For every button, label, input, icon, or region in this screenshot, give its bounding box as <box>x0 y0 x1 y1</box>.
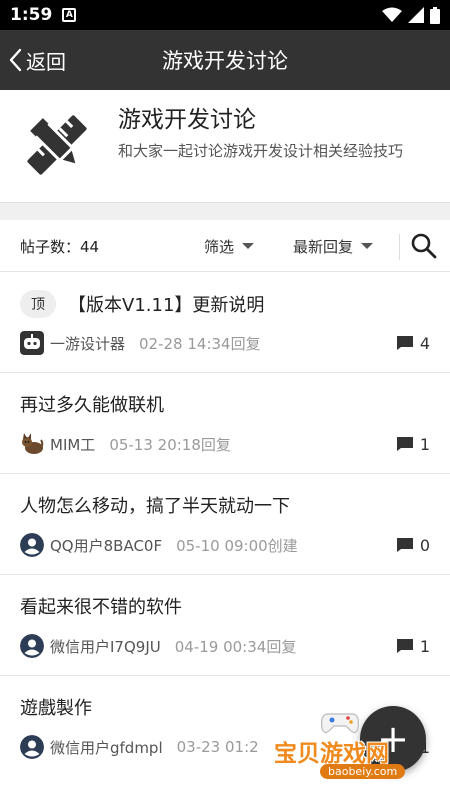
comment-icon <box>396 336 413 350</box>
comment-icon <box>396 538 413 552</box>
post-author[interactable]: 微信用户gfdmpl <box>50 737 163 758</box>
chevron-left-icon <box>9 48 22 72</box>
post-time: 05-10 09:00创建 <box>176 536 298 555</box>
robot-avatar-icon <box>20 331 44 355</box>
notification-icon: A <box>62 8 77 22</box>
sort-button[interactable]: 最新回复 <box>293 220 374 272</box>
back-button[interactable]: 返回 <box>8 30 66 90</box>
search-icon[interactable] <box>410 232 438 260</box>
caret-down-icon <box>361 243 374 249</box>
signal-icon <box>408 7 424 23</box>
cat-avatar-icon <box>22 433 44 454</box>
post-title-row: 顶 【版本V1.11】更新说明 <box>20 290 430 318</box>
toolbar-divider <box>399 234 400 260</box>
battery-icon <box>430 6 440 24</box>
filter-button[interactable]: 筛选 <box>204 220 255 272</box>
reply-count-value: 1 <box>419 636 430 656</box>
post-title: 人物怎么移动，搞了半天就动一下 <box>20 496 290 517</box>
post-meta: 微信用户I7Q9JU 04-19 00:34回复 1 <box>20 633 430 659</box>
post-count: 帖子数：44 <box>20 237 100 256</box>
reply-count-value: 1 <box>419 434 430 454</box>
user-avatar-icon <box>20 533 44 557</box>
reply-count: 0 <box>396 536 430 555</box>
post-item[interactable]: 再过多久能做联机 MIM工 05-13 20:18回复 1 <box>0 373 450 474</box>
user-avatar-icon <box>20 634 44 658</box>
post-title-row: 人物怎么移动，搞了半天就动一下 <box>20 492 430 518</box>
post-item[interactable]: 顶 【版本V1.11】更新说明 一游设计器 02-28 14:34回复 4 <box>0 272 450 373</box>
caret-down-icon <box>242 243 255 249</box>
pinned-badge: 顶 <box>20 290 56 318</box>
sort-label: 最新回复 <box>293 237 354 256</box>
reply-count: 4 <box>396 334 430 353</box>
post-title: 遊戲製作 <box>20 698 92 719</box>
status-time: 1:59 <box>10 5 53 25</box>
post-author[interactable]: 一游设计器 <box>50 333 125 354</box>
page-title: 游戏开发讨论 <box>162 49 288 73</box>
post-time: 03-23 01:2 <box>176 738 259 756</box>
post-author[interactable]: 微信用户I7Q9JU <box>50 636 161 657</box>
post-time: 05-13 20:18回复 <box>109 435 231 454</box>
reply-count-value: 0 <box>419 535 430 555</box>
status-bar: 1:59 A <box>0 0 450 30</box>
forum-header: 游戏开发讨论 和大家一起讨论游戏开发设计相关经验技巧 <box>0 90 450 202</box>
filter-label: 筛选 <box>204 237 235 256</box>
post-meta: MIM工 05-13 20:18回复 1 <box>20 431 430 457</box>
reply-count: 1 <box>396 435 430 454</box>
reply-count-value: 4 <box>419 333 430 353</box>
post-item[interactable]: 人物怎么移动，搞了半天就动一下 QQ用户8BAC0F 05-10 09:00创建… <box>0 474 450 575</box>
reply-count: 1 <box>396 637 430 656</box>
wifi-icon <box>382 7 402 22</box>
section-divider <box>0 202 450 220</box>
post-title: 看起来很不错的软件 <box>20 597 182 618</box>
post-item[interactable]: 看起来很不错的软件 微信用户I7Q9JU 04-19 00:34回复 1 <box>0 575 450 676</box>
comment-icon <box>396 437 413 451</box>
post-time: 02-28 14:34回复 <box>139 334 261 353</box>
user-avatar-icon <box>20 735 44 759</box>
list-toolbar: 帖子数：44 筛选 最新回复 <box>0 220 450 272</box>
app-bar: 返回 游戏开发讨论 <box>0 30 450 90</box>
post-title: 再过多久能做联机 <box>20 395 164 416</box>
plus-icon: + <box>377 717 409 761</box>
new-post-button[interactable]: + <box>360 706 426 772</box>
status-icons <box>382 6 440 24</box>
post-title-row: 看起来很不错的软件 <box>20 593 430 619</box>
post-time: 04-19 00:34回复 <box>174 637 297 656</box>
back-label: 返回 <box>26 49 66 74</box>
post-meta: QQ用户8BAC0F 05-10 09:00创建 0 <box>20 532 430 558</box>
post-author[interactable]: QQ用户8BAC0F <box>50 535 162 556</box>
post-author[interactable]: MIM工 <box>50 434 95 455</box>
pencil-ruler-icon <box>27 115 87 175</box>
forum-name: 游戏开发讨论 <box>118 107 256 133</box>
post-meta: 一游设计器 02-28 14:34回复 4 <box>20 330 430 356</box>
comment-icon <box>396 639 413 653</box>
post-title-row: 再过多久能做联机 <box>20 391 430 417</box>
forum-description: 和大家一起讨论游戏开发设计相关经验技巧 <box>118 142 404 160</box>
post-title: 【版本V1.11】更新说明 <box>68 295 265 316</box>
post-list: 顶 【版本V1.11】更新说明 一游设计器 02-28 14:34回复 4 再过… <box>0 272 450 777</box>
